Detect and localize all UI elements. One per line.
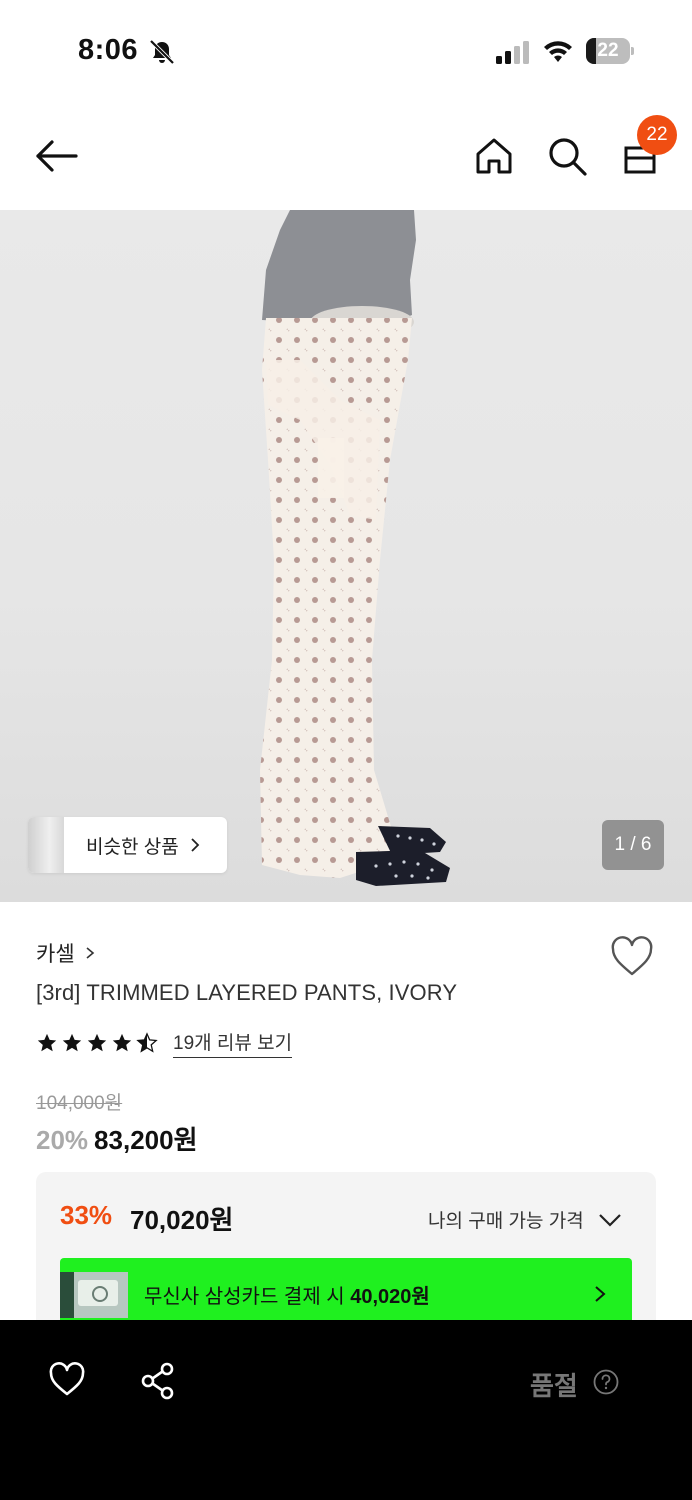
card-offer-prefix: 무신사 삼성카드 결제 시 xyxy=(144,1286,351,1308)
similar-products-button[interactable]: 비슷한 상품 xyxy=(28,817,227,873)
card-offer-price: 40,020원 xyxy=(350,1286,430,1308)
help-circle-icon[interactable] xyxy=(593,1369,619,1395)
bell-slash-icon xyxy=(149,39,175,65)
cellular-signal-icon xyxy=(496,41,529,64)
best-discount-rate: 33% xyxy=(60,1200,113,1230)
bottom-action-bar: 품절 xyxy=(0,1320,692,1500)
best-price: 70,020원 xyxy=(130,1205,234,1235)
back-arrow-icon[interactable] xyxy=(30,134,82,178)
chevron-right-icon xyxy=(191,838,199,852)
my-price-label: 나의 구매 가능 가격 xyxy=(428,1211,584,1232)
review-link[interactable]: 19개 리뷰 보기 xyxy=(173,1028,293,1058)
my-price-toggle[interactable]: 나의 구매 가능 가격 xyxy=(428,1206,622,1233)
status-time: 8:06 xyxy=(78,34,139,66)
brand-name: 카셀 xyxy=(36,943,75,966)
star-icon xyxy=(62,1033,82,1052)
star-icon xyxy=(87,1033,107,1052)
heart-icon[interactable] xyxy=(48,1362,86,1398)
home-icon[interactable] xyxy=(472,134,516,178)
cart-count-badge: 22 xyxy=(637,115,677,155)
sale-price: 83,200원 xyxy=(94,1125,198,1155)
brand-link[interactable]: 카셀 xyxy=(36,938,95,968)
similar-products-label: 비슷한 상품 xyxy=(86,836,179,858)
card-offer-text: 무신사 삼성카드 결제 시 40,020원 xyxy=(144,1280,430,1309)
chevron-right-icon xyxy=(86,947,94,959)
battery-icon: 22 xyxy=(586,38,634,64)
musinsa-card-thumbnail xyxy=(60,1272,128,1318)
product-title: [3rd] TRIMMED LAYERED PANTS, IVORY xyxy=(36,980,458,1005)
wifi-icon xyxy=(544,41,572,62)
rating-row: 19개 리뷰 보기 xyxy=(36,1028,293,1058)
image-page-indicator: 1 / 6 xyxy=(602,820,664,870)
wishlist-heart-icon[interactable] xyxy=(610,936,654,978)
share-icon[interactable] xyxy=(140,1362,176,1400)
chevron-right-icon xyxy=(595,1286,606,1302)
search-icon[interactable] xyxy=(545,134,589,178)
chevron-down-icon xyxy=(598,1213,621,1227)
product-photo xyxy=(260,210,450,886)
rating-stars xyxy=(36,1032,161,1054)
similar-product-thumbnail xyxy=(28,817,64,873)
product-image-gallery[interactable]: 비슷한 상품 1 / 6 xyxy=(0,210,692,902)
top-nav xyxy=(0,100,692,210)
battery-level: 22 xyxy=(597,40,619,61)
original-price: 104,000원 xyxy=(36,1093,123,1114)
status-bar: 8:06 22 xyxy=(0,0,692,100)
sold-out-label: 품절 xyxy=(530,1371,578,1401)
star-half-icon xyxy=(136,1032,158,1053)
discount-rate: 20% xyxy=(36,1125,89,1155)
star-icon xyxy=(112,1033,132,1052)
best-price-box: 33% 70,020원 나의 구매 가능 가격 무신사 삼성카드 결제 시 40… xyxy=(36,1172,656,1332)
star-icon xyxy=(37,1033,57,1052)
price-row: 20% 83,200원 xyxy=(36,1120,198,1157)
